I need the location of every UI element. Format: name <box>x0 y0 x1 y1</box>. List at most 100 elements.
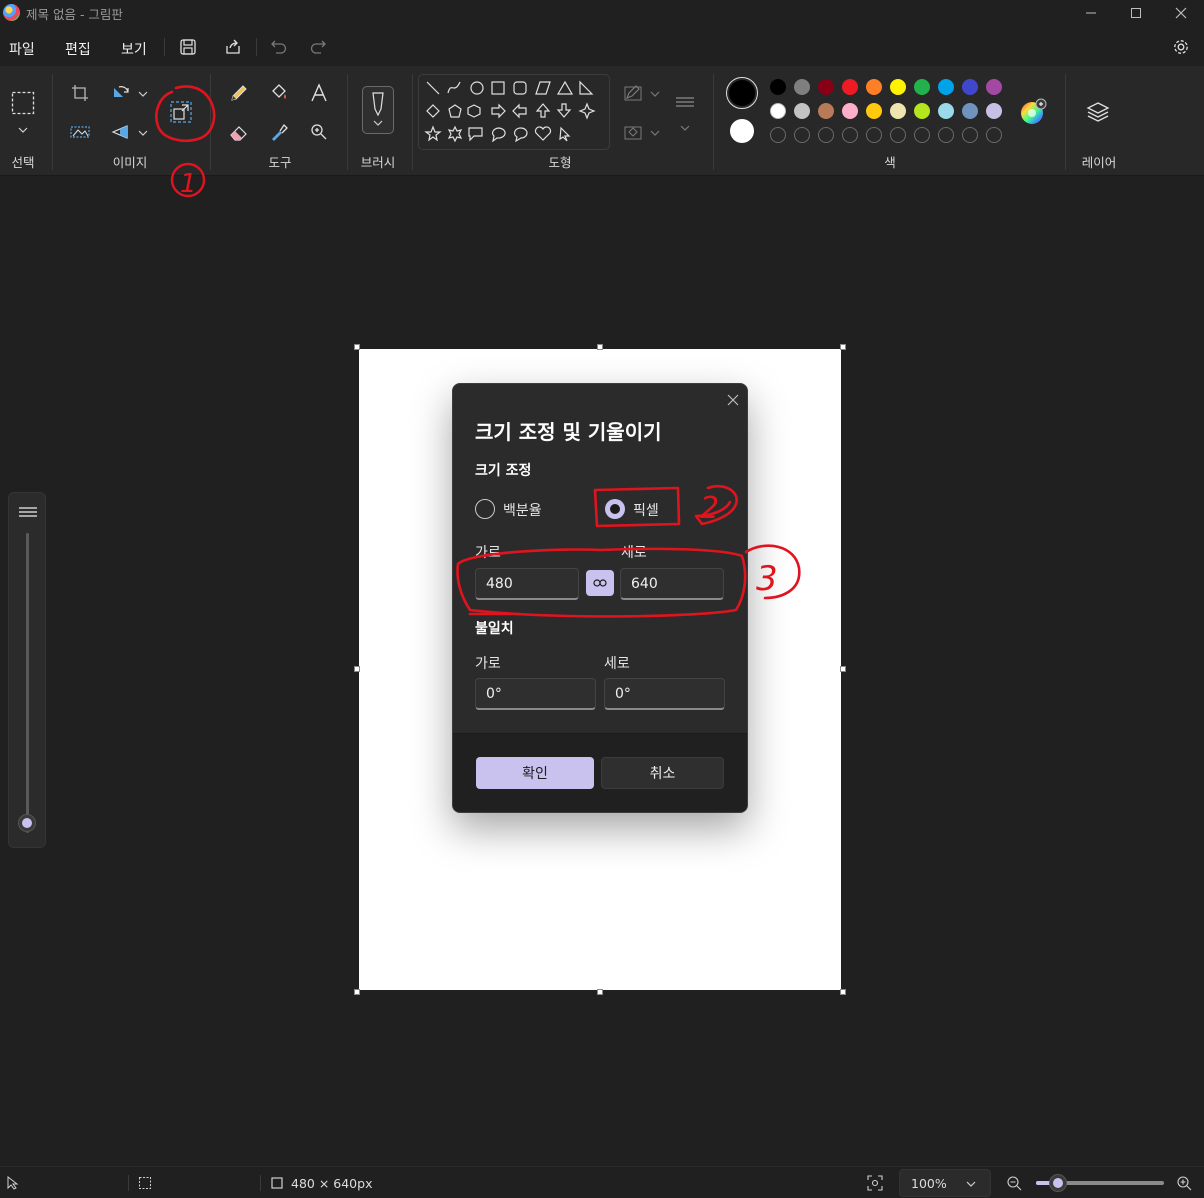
secondary-color-swatch[interactable] <box>730 119 754 143</box>
chevron-down-icon[interactable] <box>138 88 148 98</box>
color-swatch[interactable] <box>914 79 930 95</box>
brush-selector[interactable] <box>362 86 394 134</box>
flip-icon[interactable] <box>106 117 136 147</box>
custom-color-slot[interactable] <box>866 127 882 143</box>
text-icon[interactable] <box>304 78 334 108</box>
color-swatch[interactable] <box>938 103 954 119</box>
layers-icon[interactable] <box>1083 97 1113 127</box>
chevron-down-icon[interactable] <box>18 124 28 134</box>
pixel-radio[interactable] <box>605 499 625 519</box>
skew-horizontal-input[interactable]: 0° <box>475 678 596 710</box>
color-picker-icon[interactable] <box>264 117 294 147</box>
zoom-slider-track[interactable] <box>1036 1174 1164 1192</box>
custom-color-slot[interactable] <box>794 127 810 143</box>
resize-handle[interactable] <box>840 666 846 672</box>
chevron-down-icon[interactable] <box>138 127 148 137</box>
color-swatch[interactable] <box>890 103 906 119</box>
fill-shape-icon[interactable] <box>618 117 648 147</box>
custom-color-slot[interactable] <box>986 127 1002 143</box>
pixel-radio-label[interactable]: 픽셀 <box>633 500 659 520</box>
height-input[interactable]: 640 <box>620 568 724 600</box>
color-swatch[interactable] <box>962 79 978 95</box>
fit-to-window-icon[interactable] <box>867 1175 883 1191</box>
chevron-down-icon[interactable] <box>650 127 660 137</box>
pencil-icon[interactable] <box>224 78 254 108</box>
resize-handle[interactable] <box>597 989 603 995</box>
slider-thumb[interactable] <box>18 814 36 832</box>
minimize-icon[interactable] <box>1068 2 1114 24</box>
dialog-footer: 확인 취소 <box>453 733 747 812</box>
custom-color-slot[interactable] <box>890 127 906 143</box>
menu-edit[interactable]: 편집 <box>65 39 91 59</box>
color-swatch[interactable] <box>866 103 882 119</box>
color-swatch[interactable] <box>770 103 786 119</box>
save-icon[interactable] <box>177 36 199 58</box>
color-swatch[interactable] <box>938 79 954 95</box>
custom-color-slot[interactable] <box>770 127 786 143</box>
color-swatch[interactable] <box>818 103 834 119</box>
zoom-in-icon[interactable] <box>1176 1175 1192 1191</box>
outline-icon[interactable] <box>618 78 648 108</box>
ok-button[interactable]: 확인 <box>476 757 594 789</box>
color-swatch[interactable] <box>794 79 810 95</box>
color-swatch[interactable] <box>986 103 1002 119</box>
skew-vertical-input[interactable]: 0° <box>604 678 725 710</box>
menu-file[interactable]: 파일 <box>9 39 35 59</box>
custom-color-slot[interactable] <box>842 127 858 143</box>
percent-radio[interactable] <box>475 499 495 519</box>
resize-handle[interactable] <box>840 344 846 350</box>
color-swatch[interactable] <box>770 79 786 95</box>
custom-color-slot[interactable] <box>962 127 978 143</box>
redo-icon[interactable] <box>307 36 329 58</box>
color-swatch[interactable] <box>842 103 858 119</box>
color-swatch[interactable] <box>962 103 978 119</box>
resize-handle[interactable] <box>840 989 846 995</box>
rotate-icon[interactable] <box>106 78 136 108</box>
menu-view[interactable]: 보기 <box>121 39 147 59</box>
resize-handle[interactable] <box>354 666 360 672</box>
resize-handle[interactable] <box>354 344 360 350</box>
color-swatch[interactable] <box>986 79 1002 95</box>
zoom-select[interactable]: 100% <box>899 1169 991 1197</box>
cancel-button[interactable]: 취소 <box>601 757 724 789</box>
zoom-slider-thumb[interactable] <box>1048 1174 1067 1192</box>
skew-section-title: 불일치 <box>475 621 514 637</box>
color-swatch[interactable] <box>818 79 834 95</box>
fill-bucket-icon[interactable] <box>264 78 294 108</box>
link-aspect-ratio-button[interactable] <box>586 570 614 596</box>
color-swatch[interactable] <box>842 79 858 95</box>
close-icon[interactable] <box>1158 2 1204 24</box>
select-rectangle-icon[interactable] <box>8 88 38 118</box>
eraser-icon[interactable] <box>224 117 254 147</box>
magnifier-icon[interactable] <box>304 117 334 147</box>
resize-handle[interactable] <box>354 989 360 995</box>
color-swatch[interactable] <box>914 103 930 119</box>
custom-color-slot[interactable] <box>938 127 954 143</box>
percent-radio-label[interactable]: 백분율 <box>503 500 542 520</box>
color-swatch[interactable] <box>794 103 810 119</box>
image-select-icon[interactable] <box>65 117 95 147</box>
close-icon[interactable] <box>723 390 743 410</box>
custom-color-slot[interactable] <box>818 127 834 143</box>
line-width-icon[interactable] <box>670 88 700 118</box>
width-input[interactable]: 480 <box>475 568 579 600</box>
gear-icon[interactable] <box>1170 36 1192 58</box>
resize-image-icon[interactable] <box>166 97 196 127</box>
shapes-grid[interactable] <box>419 75 609 149</box>
share-icon[interactable] <box>222 36 244 58</box>
undo-icon[interactable] <box>268 36 290 58</box>
chevron-down-icon[interactable] <box>650 88 660 98</box>
primary-color-selector[interactable] <box>726 77 758 109</box>
maximize-icon[interactable] <box>1113 2 1159 24</box>
group-label-colors: 색 <box>884 155 896 170</box>
zoom-out-icon[interactable] <box>1006 1175 1022 1191</box>
color-swatch[interactable] <box>890 79 906 95</box>
resize-handle[interactable] <box>597 344 603 350</box>
crop-icon[interactable] <box>65 78 95 108</box>
custom-color-slot[interactable] <box>914 127 930 143</box>
chevron-down-icon[interactable] <box>680 122 690 132</box>
color-swatch[interactable] <box>866 79 882 95</box>
edit-colors-icon[interactable] <box>1018 97 1048 127</box>
rectangle-shape-icon <box>491 81 505 95</box>
brush-size-slider[interactable] <box>8 492 46 848</box>
